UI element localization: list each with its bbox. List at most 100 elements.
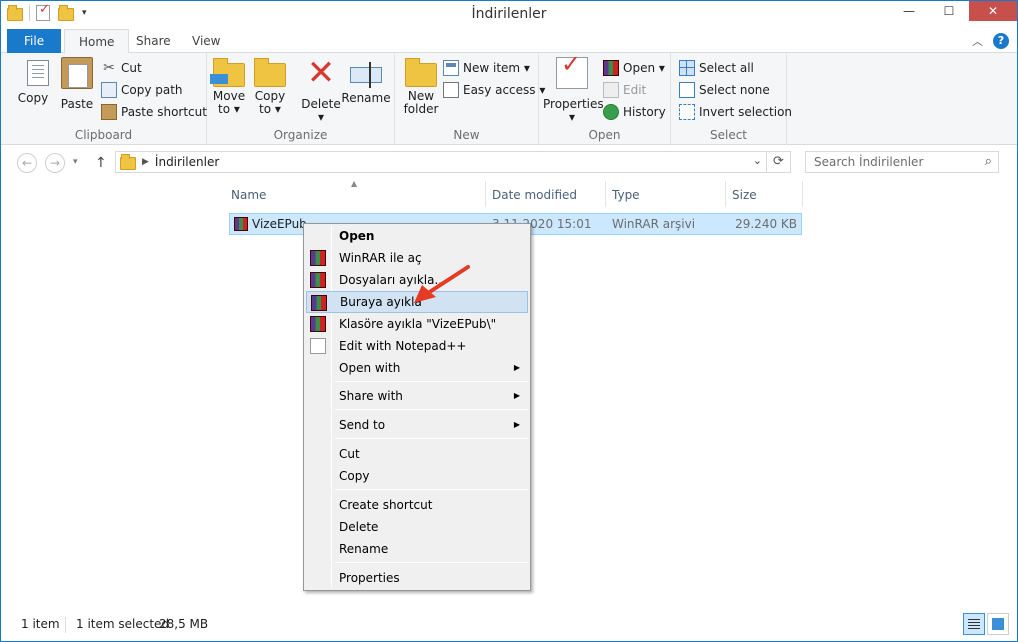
- select-none-button[interactable]: Select none: [679, 80, 770, 100]
- column-type[interactable]: Type: [612, 181, 640, 209]
- up-button[interactable]: ↑: [95, 155, 107, 171]
- rename-icon: [350, 62, 382, 88]
- copy-path-icon: [101, 82, 117, 98]
- menu-item-open[interactable]: Open: [306, 225, 528, 247]
- address-input[interactable]: ▶ İndirilenler ⌄: [115, 151, 767, 173]
- tab-share[interactable]: Share: [122, 29, 185, 53]
- column-date-modified[interactable]: Date modified: [492, 181, 577, 209]
- copy-button[interactable]: Copy: [11, 57, 55, 105]
- copy-to-button[interactable]: Copy to ▾: [253, 57, 287, 116]
- maximize-button[interactable]: ☐: [929, 1, 969, 21]
- menu-item-rename[interactable]: Rename: [306, 538, 528, 560]
- winrar-archive-icon: [234, 217, 248, 231]
- delete-button[interactable]: ✕ Delete ▾: [301, 53, 341, 124]
- history-icon: [603, 104, 619, 120]
- invert-selection-icon: [679, 104, 695, 120]
- red-annotation-arrow: [414, 265, 470, 303]
- copy-folder-icon: [254, 58, 286, 87]
- window-title: İndirilenler: [471, 6, 547, 22]
- edit-icon: [603, 82, 619, 98]
- properties-button[interactable]: Properties ▾: [543, 57, 604, 124]
- back-button[interactable]: ←: [17, 153, 37, 173]
- search-icon: ⌕: [984, 154, 992, 169]
- item-count: 1 item: [21, 617, 60, 631]
- file-size: 29.240 KB: [735, 217, 797, 231]
- paste-shortcut-button[interactable]: Paste shortcut: [101, 102, 207, 122]
- select-none-icon: [679, 82, 695, 98]
- help-icon[interactable]: ?: [993, 33, 1009, 49]
- group-select: Select all Select none Invert selection …: [671, 53, 792, 145]
- winrar-icon: [311, 295, 327, 311]
- column-size[interactable]: Size: [732, 181, 757, 209]
- search-input[interactable]: Search İndirilenler ⌕: [805, 151, 999, 173]
- menu-item-create-shortcut[interactable]: Create shortcut: [306, 494, 528, 516]
- sort-ascending-icon: ▲: [351, 179, 358, 188]
- menu-item-share-with[interactable]: Share with ▶: [306, 385, 528, 407]
- properties-icon: [556, 57, 588, 89]
- menu-item-send-to[interactable]: Send to ▶: [306, 414, 528, 436]
- select-all-icon: [679, 60, 695, 76]
- menu-item-edit-notepad[interactable]: Edit with Notepad++: [306, 335, 528, 357]
- refresh-button[interactable]: ⟳: [767, 151, 791, 173]
- details-view-button[interactable]: [963, 613, 985, 635]
- tab-file[interactable]: File: [7, 29, 62, 53]
- easy-access-button[interactable]: Easy access ▾: [443, 80, 545, 100]
- paste-shortcut-icon: [101, 104, 117, 120]
- winrar-icon: [310, 250, 326, 266]
- copy-path-button[interactable]: Copy path: [101, 80, 183, 100]
- history-button[interactable]: History: [603, 102, 666, 122]
- new-item-icon: [443, 60, 459, 76]
- ribbon-tabs: File Home Share View: [1, 29, 1017, 54]
- group-open: Properties ▾ Open ▾ Edit History Open: [539, 53, 671, 145]
- menu-item-extract-to-folder[interactable]: Klasöre ayıkla "VizeEPub\": [306, 313, 528, 335]
- breadcrumb-location[interactable]: İndirilenler: [155, 155, 219, 169]
- large-icons-view-button[interactable]: [987, 613, 1009, 635]
- chevron-down-icon[interactable]: ⌄: [753, 154, 762, 167]
- explorer-window: ✓ ▾ İndirilenler — ☐ ✕ File Home Share V…: [0, 0, 1018, 642]
- submenu-arrow-icon: ▶: [513, 391, 520, 400]
- tab-home[interactable]: Home: [64, 29, 130, 54]
- new-item-button[interactable]: New item ▾: [443, 58, 530, 78]
- notepad-plus-plus-icon: [310, 338, 326, 354]
- selection-count: 1 item selected: [76, 617, 170, 631]
- chevron-right-icon[interactable]: ▶: [142, 157, 149, 167]
- new-folder-icon: [405, 58, 437, 87]
- menu-item-cut[interactable]: Cut: [306, 443, 528, 465]
- close-button[interactable]: ✕: [969, 1, 1017, 21]
- group-new: New folder New item ▾ Easy access ▾ New: [395, 53, 545, 145]
- select-all-button[interactable]: Select all: [679, 58, 754, 78]
- selection-size: 28,5 MB: [159, 617, 209, 631]
- recent-locations-icon[interactable]: ▾: [73, 157, 78, 167]
- scissors-icon: ✂: [103, 60, 115, 76]
- tab-view[interactable]: View: [178, 29, 234, 53]
- easy-access-icon: [443, 82, 459, 98]
- winrar-icon: [603, 60, 619, 76]
- move-folder-icon: [210, 58, 245, 87]
- invert-selection-button[interactable]: Invert selection: [679, 102, 792, 122]
- new-folder-button[interactable]: New folder: [401, 57, 441, 116]
- minimize-button[interactable]: —: [889, 1, 929, 21]
- large-icons-view-icon: [992, 618, 1004, 630]
- menu-item-open-with[interactable]: Open with ▶: [306, 357, 528, 379]
- edit-button[interactable]: Edit: [603, 80, 646, 100]
- winrar-icon: [310, 272, 326, 288]
- collapse-ribbon-icon[interactable]: ︿: [972, 33, 983, 49]
- rename-button[interactable]: Rename: [341, 57, 391, 105]
- file-type: WinRAR arşivi: [612, 217, 696, 231]
- column-name[interactable]: Name: [231, 181, 266, 209]
- cut-button[interactable]: ✂ Cut: [101, 58, 142, 78]
- paste-button[interactable]: Paste: [57, 57, 97, 111]
- group-clipboard: Copy Paste ✂ Cut Copy path Paste shortcu…: [1, 53, 207, 145]
- open-button[interactable]: Open ▾: [603, 58, 665, 78]
- move-to-button[interactable]: Move to ▾: [210, 57, 247, 116]
- winrar-icon: [310, 316, 326, 332]
- forward-button[interactable]: →: [45, 153, 65, 173]
- group-organize: Move to ▾ Copy to ▾ ✕ Delete ▾ Rename Or…: [207, 53, 395, 145]
- menu-item-copy[interactable]: Copy: [306, 465, 528, 487]
- delete-x-icon: ✕: [306, 53, 336, 93]
- ribbon-home: Copy Paste ✂ Cut Copy path Paste shortcu…: [1, 53, 1017, 145]
- address-bar-area: ← → ▾ ↑ ▶ İndirilenler ⌄ ⟳ Search İndiri…: [1, 145, 1017, 181]
- menu-item-delete[interactable]: Delete: [306, 516, 528, 538]
- menu-item-properties[interactable]: Properties: [306, 567, 528, 589]
- details-view-icon: [968, 619, 980, 620]
